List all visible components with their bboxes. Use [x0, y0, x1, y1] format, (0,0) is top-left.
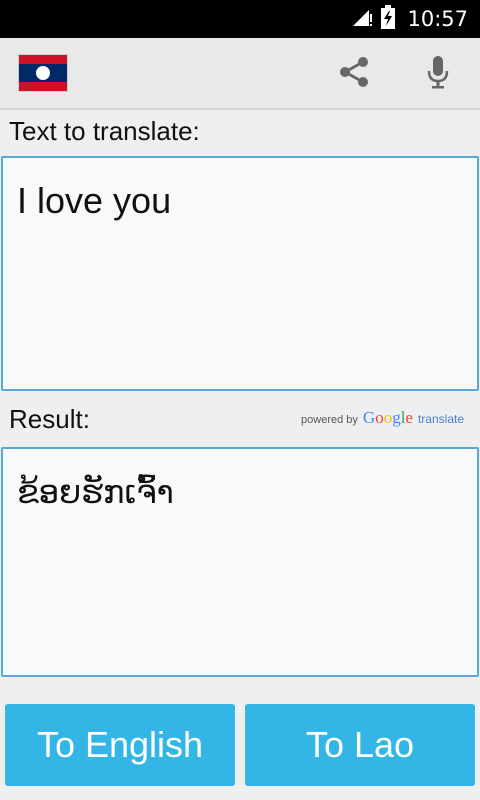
- result-text[interactable]: ຂ້ອຍຮັກເຈົ້າ: [17, 473, 174, 511]
- input-text-box[interactable]: I love you: [1, 156, 479, 391]
- share-icon: [336, 54, 372, 94]
- translate-text: translate: [417, 412, 464, 426]
- to-lao-button[interactable]: To Lao: [245, 704, 475, 786]
- google-logo: Google: [362, 408, 413, 427]
- signal-icon: [351, 6, 373, 32]
- status-icons: 10:57: [351, 5, 468, 33]
- result-text-box[interactable]: ຂ້ອຍຮັກເຈົ້າ: [1, 447, 479, 677]
- result-label: Result:: [9, 404, 90, 434]
- powered-by-google: powered by Google translate: [301, 408, 464, 428]
- microphone-icon: [423, 54, 453, 94]
- battery-charging-icon: [381, 5, 396, 33]
- input-text[interactable]: I love you: [17, 180, 171, 222]
- share-button[interactable]: [332, 52, 376, 96]
- to-english-button[interactable]: To English: [5, 704, 235, 786]
- status-bar: 10:57: [0, 0, 480, 38]
- action-bar: [0, 38, 480, 110]
- laos-flag-icon[interactable]: [18, 54, 68, 92]
- microphone-button[interactable]: [416, 52, 460, 96]
- powered-by-text: powered by: [301, 414, 358, 426]
- status-time: 10:57: [407, 7, 468, 31]
- input-label: Text to translate:: [9, 116, 200, 146]
